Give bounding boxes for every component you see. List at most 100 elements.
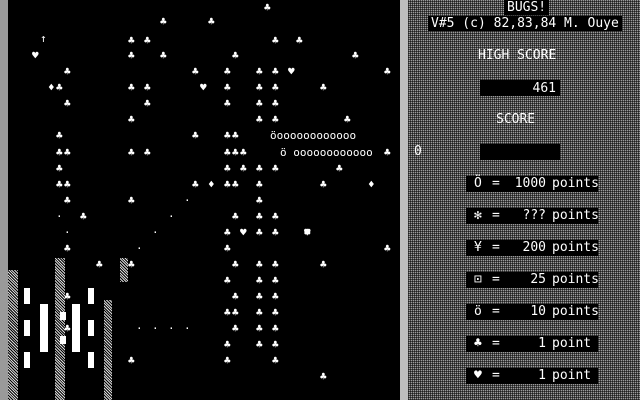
mushroom: ♣ (128, 49, 135, 62)
debris-dot: · (56, 210, 63, 223)
points-value: ??? (522, 208, 546, 223)
mushroom: ♣ (320, 258, 327, 271)
points-row: ♥ = 1 point (466, 368, 598, 384)
points-row: ö = 10 points (466, 304, 599, 320)
points-row: ⊡ = 25 points (466, 272, 599, 288)
debris-dot: · (152, 226, 159, 239)
points-icon: ö (474, 304, 482, 319)
debris-dot: · (168, 322, 175, 335)
mushroom: ♣ (232, 290, 239, 303)
mushroom: ♣ (232, 210, 239, 223)
flea: ♥ (304, 226, 311, 239)
mushroom: ♣ (256, 81, 263, 94)
points-equals: = (492, 240, 500, 255)
mushroom: ♣ (336, 162, 343, 175)
mushroom: ♣ (224, 162, 231, 175)
points-icon: ⊡ (474, 272, 482, 287)
points-unit: point (552, 336, 592, 351)
points-icon: Ö (474, 176, 482, 191)
points-row: Ö = 1000 points (466, 176, 599, 192)
mushroom: ♣ (224, 226, 231, 239)
mushroom: ♣ (272, 274, 279, 287)
debris-dot: · (168, 210, 175, 223)
mushroom: ♣ (192, 65, 199, 78)
mushroom: ♣ (272, 113, 279, 126)
points-row: ✻ =??? points (466, 208, 599, 224)
mushroom: ♣ (272, 34, 279, 47)
mushroom: ♣ (224, 146, 231, 159)
mushroom: ♣ (272, 306, 279, 319)
mushroom: ♣ (272, 65, 279, 78)
points-unit: point (552, 368, 592, 383)
mushroom: ♣ (64, 194, 71, 207)
mushroom: ♣ (96, 258, 103, 271)
mushroom: ♣ (64, 97, 71, 110)
mushroom: ♣ (144, 97, 151, 110)
points-unit: points (552, 304, 599, 319)
mushroom: ♣ (352, 49, 359, 62)
mushroom: ♣ (256, 322, 263, 335)
barrier-block (88, 288, 94, 304)
high-score-box: 461 (480, 80, 560, 96)
high-score-label: HIGH SCORE (478, 48, 557, 63)
mushroom: ♣ (192, 129, 199, 142)
centipede-segments: öoooooooooooo (270, 129, 357, 142)
points-value: 25 (530, 272, 546, 287)
mushroom: ♣ (224, 306, 231, 319)
mushroom: ♣ (256, 226, 263, 239)
mushroom: ♣ (56, 146, 63, 159)
mushroom: ♣ (384, 65, 391, 78)
mushroom: ♣ (232, 49, 239, 62)
barrier-block (24, 288, 30, 304)
divider (400, 0, 408, 400)
diamond: ♦ (208, 178, 215, 191)
mushroom: ♣ (192, 178, 199, 191)
points-value: 1 (538, 368, 546, 383)
mushroom: ♣ (272, 338, 279, 351)
mushroom: ♣ (256, 65, 263, 78)
mushroom: ♣ (224, 65, 231, 78)
mushroom: ♣ (240, 146, 247, 159)
player-zone-dither-right (104, 300, 112, 400)
points-row: ♣ = 1 point (466, 336, 598, 352)
mushroom: ♣ (128, 146, 135, 159)
score-box (480, 144, 560, 160)
mushroom: ♣ (64, 65, 71, 78)
mushroom: ♣ (256, 210, 263, 223)
flea: ♥ (288, 65, 295, 78)
mushroom: ♣ (56, 81, 63, 94)
mushroom: ♣ (224, 242, 231, 255)
mushroom: ♣ (320, 81, 327, 94)
debris-dot: · (184, 194, 191, 207)
mushroom: ♣ (296, 34, 303, 47)
diamond: ♦ (368, 178, 375, 191)
debris-dot: · (136, 242, 143, 255)
points-unit: points (552, 176, 599, 191)
player-zone-dither-mid (55, 258, 65, 400)
mushroom: ♣ (272, 162, 279, 175)
mushroom: ♣ (272, 210, 279, 223)
mushroom: ♣ (256, 274, 263, 287)
mushroom: ♣ (232, 322, 239, 335)
points-value: 1 (538, 336, 546, 351)
points-equals: = (492, 176, 500, 191)
points-value: 200 (522, 240, 546, 255)
mushroom: ♣ (128, 81, 135, 94)
debris-dot: · (152, 322, 159, 335)
mushroom: ♣ (144, 34, 151, 47)
playfield[interactable]: ♣ ♣ ♣ ♣ ♣ ♣ ♣ ♣ ♣ ♣ ♣ ♣ ♣ ♣ ♣ ♣ ♣ ♣ ♣ ♣ ♣ ♣ ♣ ♣ ♣ ♣ ♣ ♣ ♣ ♣ ♣ ♣ ♣ ♣ ♣ ♣ ♣ ♣ ♣ ♣… (0, 0, 400, 400)
debris-dot: · (64, 226, 71, 239)
mushroom: ♣ (320, 178, 327, 191)
mushroom: ♣ (272, 322, 279, 335)
player-ship-core (60, 336, 66, 344)
mushroom: ♣ (232, 178, 239, 191)
score-label: SCORE (496, 112, 536, 127)
player-ship-right (72, 304, 80, 352)
points-equals: = (492, 304, 500, 319)
points-icon: ¥ (474, 240, 482, 255)
diamond: ♦ (48, 81, 55, 94)
mushroom: ♣ (232, 146, 239, 159)
points-icon: ♥ (474, 368, 482, 383)
mushroom: ♣ (256, 338, 263, 351)
mushroom: ♣ (144, 81, 151, 94)
